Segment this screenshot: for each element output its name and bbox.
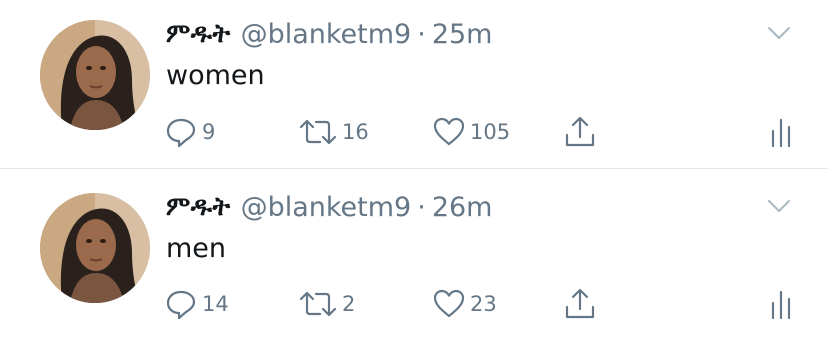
user-handle[interactable]: @blanketm9 — [241, 19, 412, 50]
timestamp[interactable]: 26m — [432, 192, 493, 223]
share-icon — [564, 115, 596, 149]
chevron-down-icon[interactable] — [766, 193, 792, 219]
tweet-header: ምዱት @blanketm9 · 25m — [166, 16, 492, 52]
stats-icon — [770, 287, 792, 321]
separator-dot: · — [417, 191, 426, 223]
retweet-count: 16 — [342, 120, 369, 144]
avatar-image — [40, 20, 150, 130]
retweet-icon — [298, 287, 338, 321]
tweet-text: men — [166, 233, 227, 264]
reply-button[interactable]: 9 — [164, 115, 215, 149]
retweet-button[interactable]: 16 — [298, 115, 369, 149]
tweet-text: women — [166, 60, 265, 91]
tweet[interactable]: ምዱት @blanketm9 · 25m women 9 16 105 — [0, 0, 828, 168]
tweet[interactable]: ምዱት @blanketm9 · 26m men 14 2 23 — [0, 168, 828, 339]
reply-count: 9 — [202, 120, 216, 144]
reply-button[interactable]: 14 — [164, 287, 229, 321]
like-count: 23 — [470, 292, 497, 316]
analytics-button[interactable] — [770, 287, 792, 321]
tweet-actions: 14 2 23 — [164, 287, 792, 321]
like-button[interactable]: 23 — [432, 287, 497, 321]
reply-count: 14 — [202, 292, 229, 316]
tweet-actions: 9 16 105 — [164, 115, 792, 149]
retweet-button[interactable]: 2 — [298, 287, 355, 321]
heart-icon — [432, 115, 466, 149]
tweet-header: ምዱት @blanketm9 · 26m — [166, 189, 492, 225]
reply-icon — [164, 287, 198, 321]
retweet-icon — [298, 115, 338, 149]
user-handle[interactable]: @blanketm9 — [241, 192, 412, 223]
retweet-count: 2 — [342, 292, 356, 316]
reply-icon — [164, 115, 198, 149]
analytics-button[interactable] — [770, 115, 792, 149]
share-button[interactable] — [564, 287, 596, 321]
avatar[interactable] — [40, 20, 150, 130]
chevron-down-icon[interactable] — [766, 20, 792, 46]
share-icon — [564, 287, 596, 321]
stats-icon — [770, 115, 792, 149]
like-button[interactable]: 105 — [432, 115, 510, 149]
heart-icon — [432, 287, 466, 321]
share-button[interactable] — [564, 115, 596, 149]
avatar-image — [40, 193, 150, 303]
separator-dot: · — [417, 18, 426, 50]
avatar[interactable] — [40, 193, 150, 303]
like-count: 105 — [470, 120, 511, 144]
display-name[interactable]: ምዱት — [166, 19, 231, 50]
display-name[interactable]: ምዱት — [166, 192, 231, 223]
timestamp[interactable]: 25m — [432, 19, 493, 50]
